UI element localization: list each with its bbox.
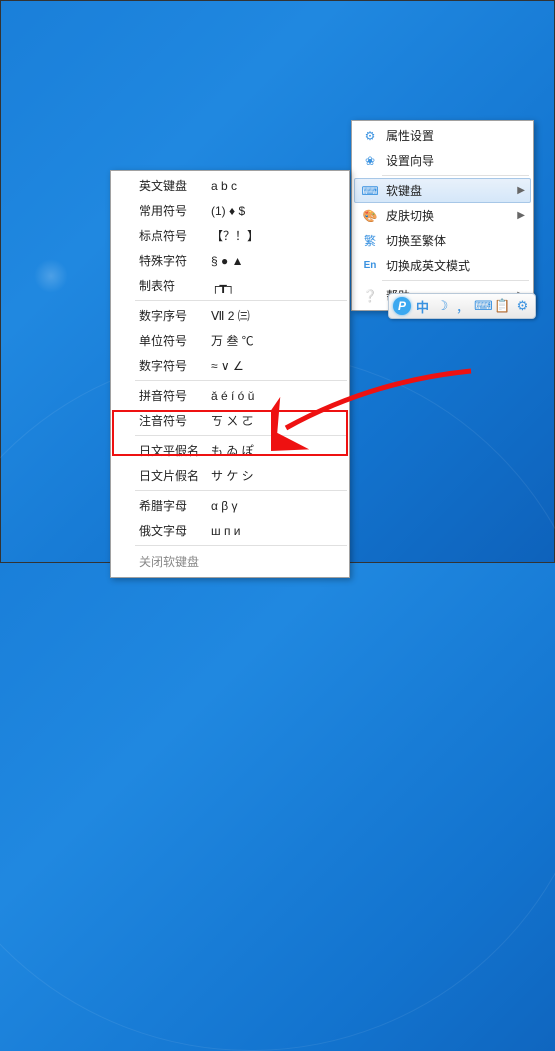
sk-close-label: 关闭软键盘 [139, 555, 199, 569]
sk-item-number-serial[interactable]: 数字序号 Ⅶ 2 ㈢ [111, 303, 349, 328]
menu-item-english-mode[interactable]: En 切换成英文模式 [354, 253, 531, 278]
sk-item-sample: ㄎ ㄨ ㄛ [211, 412, 349, 429]
sk-item-label: 特殊字符 [111, 252, 211, 269]
sk-item-sample: a b c [211, 179, 349, 193]
sk-item-special-chars[interactable]: 特殊字符 § ● ▲ [111, 248, 349, 273]
trad-icon: 繁 [360, 232, 380, 249]
sk-item-sample: ш п и [211, 524, 349, 538]
sk-item-sample: ┌┳┐ [211, 279, 349, 293]
sk-item-label: 制表符 [111, 277, 211, 294]
menu-item-label: 切换成英文模式 [380, 257, 525, 274]
menu-separator [382, 280, 529, 281]
gear-icon: ⚙ [360, 129, 380, 143]
menu-item-label: 属性设置 [380, 127, 525, 144]
menu-item-soft-keyboard[interactable]: ⌨ 软键盘 ▶ [354, 178, 531, 203]
sk-item-sample: 【？！】 [211, 227, 349, 244]
ime-softkeyboard-icon[interactable]: ⌨ [474, 298, 491, 314]
help-icon: ❔ [360, 289, 380, 303]
menu-separator [135, 300, 347, 301]
sk-item-sample: も ゐ ぽ [211, 442, 349, 459]
menu-separator [135, 435, 347, 436]
sk-item-sample: 万 叁 ℃ [211, 332, 349, 349]
ime-toolbox-icon[interactable]: 📋 [494, 298, 511, 314]
menu-item-label: 软键盘 [380, 182, 517, 199]
palette-icon: 🎨 [360, 209, 380, 223]
sk-item-english[interactable]: 英文键盘 a b c [111, 173, 349, 198]
sk-item-sample: § ● ▲ [211, 254, 349, 268]
sk-item-label: 单位符号 [111, 332, 211, 349]
ime-settings-icon[interactable]: ⚙ [514, 298, 531, 314]
sk-item-sample: サ ケ シ [211, 467, 349, 484]
submenu-arrow-icon: ▶ [517, 185, 525, 196]
menu-item-skin-switch[interactable]: 🎨 皮肤切换 ▶ [354, 203, 531, 228]
sk-item-sample: (1) ♦ $ [211, 204, 349, 218]
menu-item-label: 切换至繁体 [380, 232, 525, 249]
sk-item-label: 标点符号 [111, 227, 211, 244]
sk-item-number-symbols[interactable]: 数字符号 ≈ ∨ ∠ [111, 353, 349, 378]
sk-close-soft-keyboard[interactable]: 关闭软键盘 [111, 548, 349, 575]
sk-item-zhuyin[interactable]: 注音符号 ㄎ ㄨ ㄛ [111, 408, 349, 433]
en-icon: En [360, 260, 380, 271]
settings-context-menu[interactable]: ⚙ 属性设置 ❀ 设置向导 ⌨ 软键盘 ▶ 🎨 皮肤切换 ▶ 繁 切换至繁体 E… [351, 120, 534, 311]
sk-item-katakana[interactable]: 日文片假名 サ ケ シ [111, 463, 349, 488]
menu-item-setup-wizard[interactable]: ❀ 设置向导 [354, 148, 531, 173]
sk-item-label: 数字符号 [111, 357, 211, 374]
ime-logo-icon[interactable]: P [393, 297, 411, 315]
sk-item-sample: ≈ ∨ ∠ [211, 359, 349, 373]
sk-item-label: 英文键盘 [111, 177, 211, 194]
ime-mode-chinese[interactable]: 中 [414, 297, 431, 316]
sk-item-label: 日文片假名 [111, 467, 211, 484]
sk-item-punctuation[interactable]: 标点符号 【？！】 [111, 223, 349, 248]
menu-item-label: 设置向导 [380, 152, 525, 169]
sk-item-sample: α β γ [211, 499, 349, 513]
sk-item-label: 希腊字母 [111, 497, 211, 514]
sk-item-label: 数字序号 [111, 307, 211, 324]
menu-item-properties[interactable]: ⚙ 属性设置 [354, 123, 531, 148]
soft-keyboard-submenu[interactable]: 英文键盘 a b c 常用符号 (1) ♦ $ 标点符号 【？！】 特殊字符 §… [110, 170, 350, 578]
keyboard-icon: ⌨ [360, 184, 380, 198]
menu-item-traditional[interactable]: 繁 切换至繁体 [354, 228, 531, 253]
sk-item-label: 常用符号 [111, 202, 211, 219]
menu-separator [135, 490, 347, 491]
sk-item-label: 俄文字母 [111, 522, 211, 539]
sk-item-table-chars[interactable]: 制表符 ┌┳┐ [111, 273, 349, 298]
menu-separator [135, 545, 347, 546]
sk-item-russian[interactable]: 俄文字母 ш п и [111, 518, 349, 543]
sk-item-pinyin[interactable]: 拼音符号 ǎ é í ó ǔ [111, 383, 349, 408]
ime-status-bar[interactable]: P 中 ☽ ， ⌨ 📋 ⚙ [388, 293, 536, 319]
sk-item-hiragana[interactable]: 日文平假名 も ゐ ぽ [111, 438, 349, 463]
ime-halfwidth-icon[interactable]: ☽ [434, 298, 451, 314]
sk-item-label: 拼音符号 [111, 387, 211, 404]
sk-item-label: 日文平假名 [111, 442, 211, 459]
sk-item-unit-symbols[interactable]: 单位符号 万 叁 ℃ [111, 328, 349, 353]
wizard-icon: ❀ [360, 154, 380, 168]
sk-item-sample: Ⅶ 2 ㈢ [211, 307, 349, 324]
submenu-arrow-icon: ▶ [517, 210, 525, 221]
menu-separator [135, 380, 347, 381]
menu-item-label: 皮肤切换 [380, 207, 517, 224]
menu-separator [382, 175, 529, 176]
sk-item-label: 注音符号 [111, 412, 211, 429]
sk-item-greek[interactable]: 希腊字母 α β γ [111, 493, 349, 518]
sk-item-sample: ǎ é í ó ǔ [211, 389, 349, 403]
sk-item-common-symbols[interactable]: 常用符号 (1) ♦ $ [111, 198, 349, 223]
ime-punct-icon[interactable]: ， [454, 297, 471, 316]
